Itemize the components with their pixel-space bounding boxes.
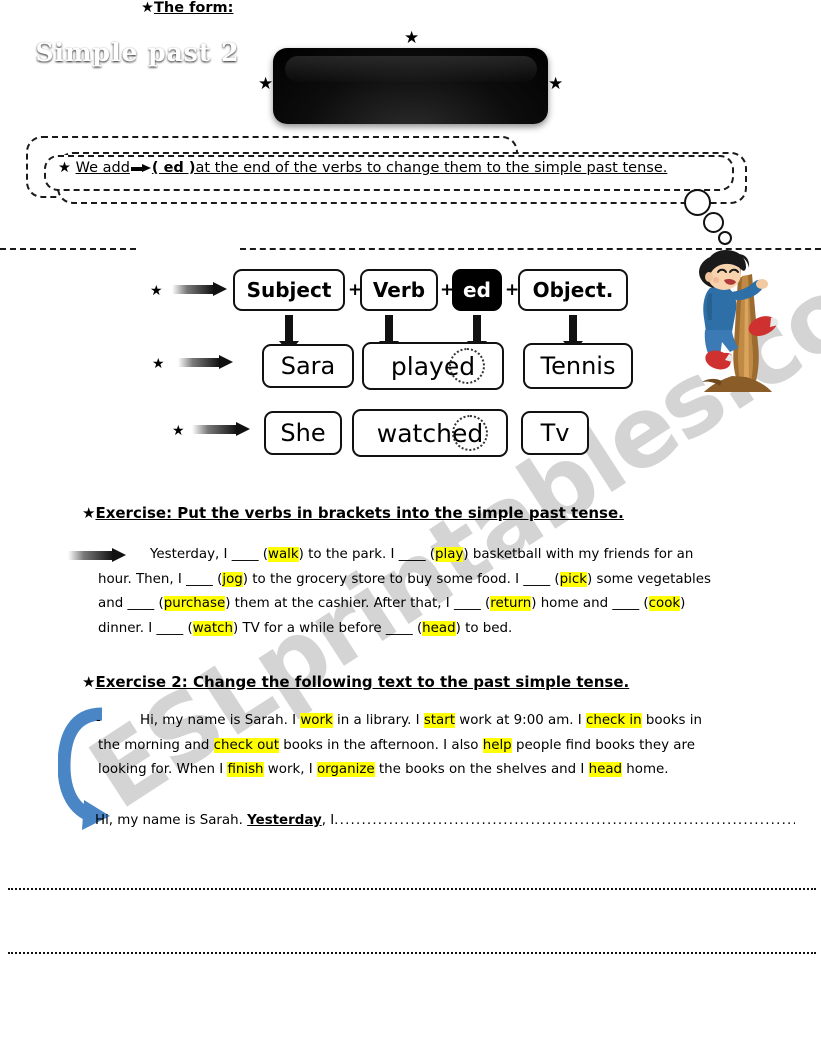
title-area: ★ ★ ★ Simple past 2 xyxy=(0,14,821,134)
rule-text-part3: at the end of the verbs to change them t… xyxy=(195,160,668,176)
rule-bubble-text: ★ We add ( ed )at the end of the verbs to… xyxy=(58,160,738,176)
text-run: ) to bed. xyxy=(455,620,513,636)
bubble-tail-circle xyxy=(684,189,711,216)
star-icon: ★ xyxy=(548,74,564,94)
right-arrow-icon xyxy=(130,164,151,173)
highlighted-verb: check in xyxy=(585,713,642,728)
answer-suffix: , I xyxy=(321,813,335,828)
right-arrow-icon xyxy=(178,355,233,370)
rule-text-part1: We add xyxy=(75,160,130,176)
text-run: Hi, my name is Sarah. I xyxy=(140,713,301,728)
highlighted-verb: organize xyxy=(316,762,375,777)
text-run: Yesterday, I xyxy=(150,547,232,562)
text-run: ) them at the cashier. After that, I xyxy=(225,596,454,611)
text-run: ( xyxy=(258,547,268,562)
highlighted-verb: purchase xyxy=(163,596,226,611)
sentence-structure-diagram: ★ Subject + Verb + ed + Object. ★ Sara p… xyxy=(0,255,700,470)
answer-blank: ____ xyxy=(127,596,155,611)
bubble-tail-circle xyxy=(703,212,724,233)
diagram-cell-tv: Tv xyxy=(521,411,589,455)
text-run: ) to the grocery store to buy some food.… xyxy=(242,571,524,587)
highlighted-verb: work xyxy=(300,713,333,728)
answer-rule-line[interactable] xyxy=(8,952,816,954)
text-run: ( xyxy=(550,571,560,587)
highlighted-verb: start xyxy=(423,713,456,728)
right-arrow-icon xyxy=(192,422,250,437)
text-run: ( xyxy=(183,620,193,636)
answer-blank: ____ xyxy=(454,596,481,611)
text-run: home. xyxy=(622,762,669,777)
page-title-plate xyxy=(273,48,548,124)
star-icon: ★ xyxy=(82,504,96,522)
highlighted-verb: play xyxy=(435,547,464,562)
star-icon: ★ xyxy=(404,28,420,48)
exercise1-heading-text: Exercise: Put the verbs in brackets into… xyxy=(95,504,624,522)
star-icon: ★ xyxy=(258,74,274,94)
highlighted-verb: head xyxy=(422,620,456,636)
diagram-cell-ed: ed xyxy=(452,269,502,311)
answer-rule-line[interactable] xyxy=(8,888,816,890)
star-icon: ★ xyxy=(150,283,163,299)
text-run: ( xyxy=(480,596,491,611)
text-run: the books on the shelves and I xyxy=(374,762,589,777)
answer-blank: ____ xyxy=(398,547,426,562)
title-gloss xyxy=(285,56,537,82)
text-run: books in the afternoon. I also xyxy=(279,737,483,753)
answer-blank: ____ xyxy=(523,571,551,587)
highlighted-verb: walk xyxy=(268,547,299,562)
bubble-tail-circle xyxy=(718,231,732,245)
text-run: ( xyxy=(412,620,423,636)
text-run: ( xyxy=(425,547,436,562)
text-run: ( xyxy=(212,571,223,587)
diagram-cell-subject: Subject xyxy=(233,269,345,311)
divider-dash-left xyxy=(0,248,136,250)
exercise1-text: Yesterday, I ____ (walk) to the park. I … xyxy=(98,543,718,641)
ed-highlight-circle xyxy=(449,348,485,384)
answer-line[interactable]: Hi, my name is Sarah. Yesterday, I......… xyxy=(95,813,795,828)
diagram-cell-verb: Verb xyxy=(360,269,438,311)
answer-blank: ____ xyxy=(231,547,259,562)
highlighted-verb: pick xyxy=(559,571,587,587)
star-icon: ★ xyxy=(82,673,96,691)
ed-highlight-circle xyxy=(452,415,488,451)
highlighted-verb: finish xyxy=(227,762,264,777)
answer-blank: ____ xyxy=(385,620,413,636)
highlighted-verb: jog xyxy=(222,571,243,587)
text-run: ( xyxy=(154,596,164,611)
rule-text-ed: ( ed ) xyxy=(151,160,196,176)
text-run: ) TV for a while before xyxy=(232,620,386,636)
exercise2-text: Hi, my name is Sarah. I work in a librar… xyxy=(98,709,728,783)
divider-dash-right xyxy=(240,248,821,250)
answer-blank: ____ xyxy=(156,620,184,636)
exercise2-heading: ★Exercise 2: Change the following text t… xyxy=(82,673,629,691)
text-run: ) to the park. I xyxy=(298,547,399,562)
text-run: ) home and xyxy=(531,596,613,611)
highlighted-verb: head xyxy=(588,762,623,777)
star-icon: ★ xyxy=(172,423,185,439)
highlighted-verb: watch xyxy=(192,620,233,636)
diagram-cell-sara: Sara xyxy=(262,344,354,388)
right-arrow-icon xyxy=(172,282,227,297)
exercise2-heading-text: Exercise 2: Change the following text to… xyxy=(95,673,630,691)
star-icon: ★ xyxy=(152,356,165,372)
text-run: work, I xyxy=(263,762,317,777)
answer-blank: ____ xyxy=(612,596,640,611)
diagram-cell-she: She xyxy=(264,411,342,455)
highlighted-verb: check out xyxy=(213,737,280,753)
answer-dots: ........................................… xyxy=(334,813,795,828)
text-run: work at 9:00 am. I xyxy=(455,713,586,728)
text-run: ( xyxy=(639,596,649,611)
highlighted-verb: help xyxy=(482,737,512,753)
answer-blank: ____ xyxy=(186,571,213,587)
highlighted-verb: cook xyxy=(648,596,681,611)
diagram-cell-object: Object. xyxy=(518,269,628,311)
star-icon: ★ xyxy=(58,160,71,176)
exercise1-heading: ★Exercise: Put the verbs in brackets int… xyxy=(82,504,624,522)
diagram-cell-tennis: Tennis xyxy=(523,343,633,389)
answer-prefix: Hi, my name is Sarah. xyxy=(95,813,248,828)
highlighted-verb: return xyxy=(490,596,532,611)
answer-yesterday: Yesterday xyxy=(247,813,322,828)
page-title: Simple past 2 xyxy=(35,38,240,67)
text-run: in a library. I xyxy=(332,713,424,728)
